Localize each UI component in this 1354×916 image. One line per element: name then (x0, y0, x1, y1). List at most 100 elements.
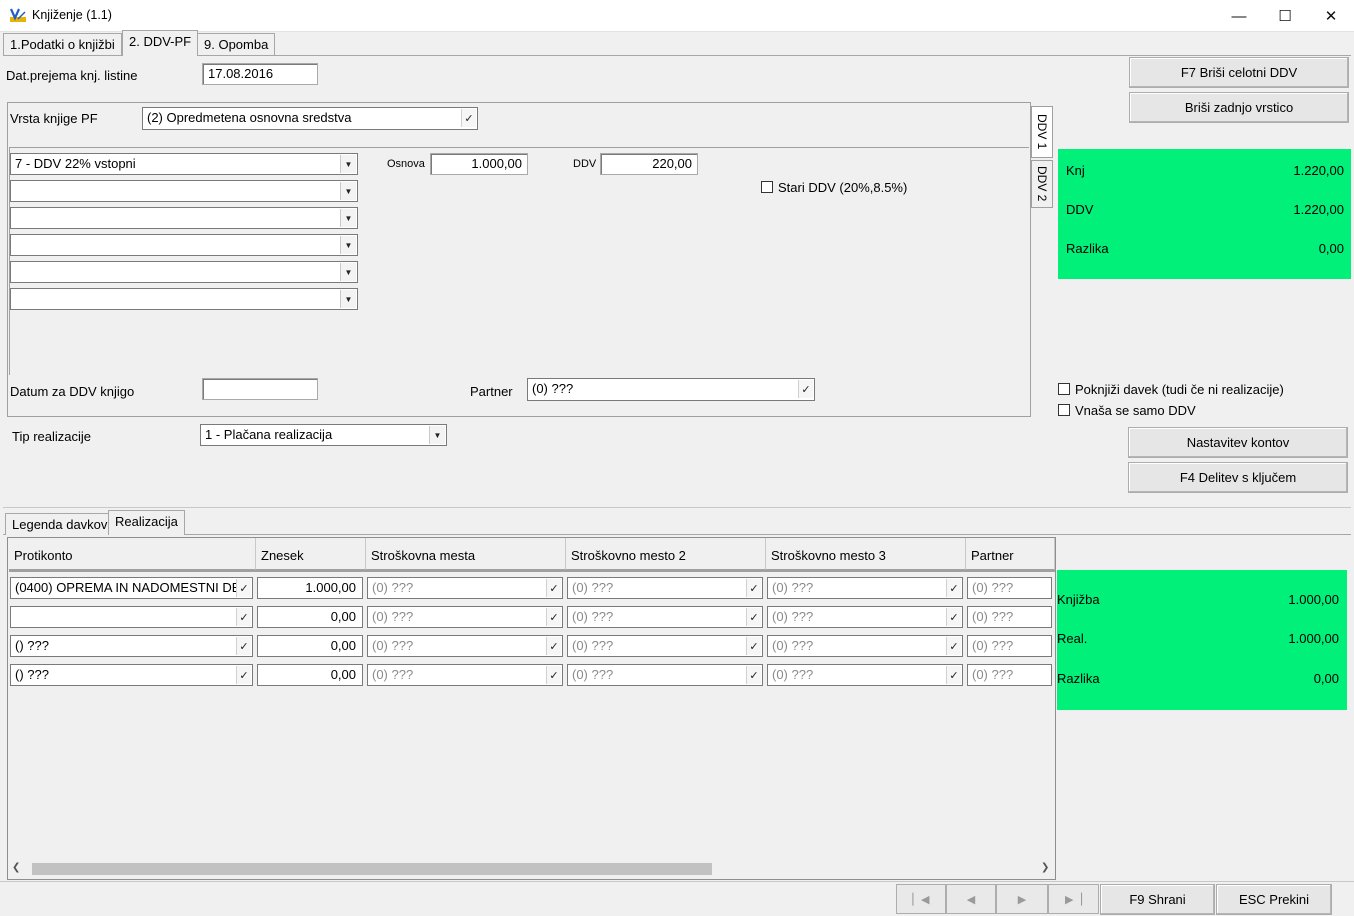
next-record-icon[interactable]: ▶ (996, 884, 1048, 914)
check-icon[interactable]: ✓ (946, 637, 961, 655)
grid-column-header[interactable]: Stroškovno mesto 3 (766, 538, 966, 570)
tax-rate-select[interactable]: ▼ (10, 261, 358, 283)
grid-column-header[interactable]: Protikonto (9, 538, 256, 570)
check-icon[interactable]: ✓ (746, 637, 761, 655)
grid-cell-select[interactable]: () ??? ✓ (10, 635, 253, 657)
account-settings-button[interactable]: Nastavitev kontov (1128, 427, 1348, 458)
check-icon[interactable]: ✓ (798, 380, 813, 398)
chevron-down-icon[interactable]: ▼ (340, 290, 356, 308)
old-ddv-checkbox[interactable] (761, 181, 773, 193)
realization-type-select[interactable]: 1 - Plačana realizacija ▼ (200, 424, 447, 446)
amount-input[interactable]: 0,00 (257, 606, 363, 628)
vtab-ddv-1[interactable]: DDV 1 (1031, 106, 1053, 158)
check-icon[interactable]: ✓ (746, 666, 761, 684)
chevron-down-icon[interactable]: ▼ (340, 236, 356, 254)
ddv-input[interactable]: 220,00 (600, 153, 698, 175)
grid-cell-select[interactable]: (0) ??? ✓ (367, 635, 563, 657)
check-icon[interactable]: ✓ (746, 608, 761, 626)
cancel-button[interactable]: ESC Prekini (1216, 884, 1332, 915)
previous-record-icon[interactable]: ◀ (946, 884, 996, 914)
check-icon[interactable]: ✓ (546, 666, 561, 684)
save-button[interactable]: F9 Shrani (1100, 884, 1215, 915)
check-icon[interactable]: ✓ (236, 608, 251, 626)
grid-column-header[interactable]: Znesek (256, 538, 366, 570)
date-received-input[interactable]: 17.08.2016 (202, 63, 318, 85)
grid-cell-select[interactable]: (0) ??? ✓ (767, 606, 963, 628)
grid-cell-select[interactable]: (0400) OPREMA IN NADOMESTNI DE ✓ (10, 577, 253, 599)
grid-column-header[interactable]: Stroškovno mesto 2 (566, 538, 766, 570)
scroll-right-icon[interactable]: ❯ (1041, 862, 1049, 873)
first-record-icon[interactable]: ▏◀ (896, 884, 946, 914)
close-button[interactable]: ✕ (1308, 0, 1354, 32)
last-record-icon[interactable]: ▶▕ (1048, 884, 1099, 914)
grid-cell-select[interactable]: ✓ (10, 606, 253, 628)
grid-cell-select[interactable]: (0) ??? ✓ (767, 635, 963, 657)
chevron-down-icon[interactable]: ▼ (340, 209, 356, 227)
tab-ddv-pf[interactable]: 2. DDV-PF (122, 30, 199, 56)
delete-last-row-button[interactable]: Briši zadnjo vrstico (1129, 92, 1349, 123)
grid-cell-select[interactable]: (0) ??? (967, 664, 1052, 686)
post-tax-checkbox[interactable] (1058, 383, 1070, 395)
tax-rate-select[interactable]: ▼ (10, 288, 358, 310)
grid-cell-select[interactable]: (0) ??? ✓ (567, 606, 763, 628)
grid-cell-select[interactable]: (0) ??? ✓ (367, 664, 563, 686)
tab-legenda-davkov[interactable]: Legenda davkov (5, 513, 115, 535)
tax-rate-select[interactable]: ▼ (10, 207, 358, 229)
ddv-date-input[interactable] (202, 378, 318, 400)
chevron-down-icon[interactable]: ▼ (340, 182, 356, 200)
osnova-input[interactable]: 1.000,00 (430, 153, 528, 175)
split-key-button[interactable]: F4 Delitev s ključem (1128, 462, 1348, 493)
chevron-down-icon[interactable]: ▼ (340, 263, 356, 281)
check-icon[interactable]: ✓ (236, 666, 251, 684)
grid-cell-value: 0,00 (330, 638, 356, 653)
minimize-button[interactable]: — (1216, 0, 1262, 32)
check-icon[interactable]: ✓ (461, 109, 476, 127)
check-icon[interactable]: ✓ (946, 579, 961, 597)
summary-razlika-value: 0,00 (1318, 241, 1344, 256)
grid-cell-select[interactable]: (0) ??? ✓ (567, 635, 763, 657)
maximize-button[interactable]: ☐ (1262, 0, 1308, 32)
tax-rate-select[interactable]: ▼ (10, 180, 358, 202)
check-icon[interactable]: ✓ (946, 608, 961, 626)
amount-input[interactable]: 1.000,00 (257, 577, 363, 599)
grid-cell-select[interactable]: () ??? ✓ (10, 664, 253, 686)
tax-rate-select[interactable]: ▼ (10, 234, 358, 256)
grid-cell-value: 0,00 (330, 667, 356, 682)
book-type-select[interactable]: (2) Opredmetena osnovna sredstva ✓ (142, 107, 478, 130)
check-icon[interactable]: ✓ (236, 579, 251, 597)
grid-cell-select[interactable]: (0) ??? ✓ (367, 606, 563, 628)
grid-cell-select[interactable]: (0) ??? ✓ (767, 664, 963, 686)
partner-select[interactable]: (0) ??? ✓ (527, 378, 815, 401)
grid-column-header[interactable]: Partner (966, 538, 1055, 570)
grid-cell-select[interactable]: (0) ??? (967, 577, 1052, 599)
scroll-left-icon[interactable]: ❮ (12, 862, 20, 873)
vtab-ddv-2[interactable]: DDV 2 (1031, 160, 1053, 208)
check-icon[interactable]: ✓ (946, 666, 961, 684)
tab-podatki-o-knjizbi[interactable]: 1.Podatki o knjižbi (3, 33, 122, 55)
check-icon[interactable]: ✓ (546, 579, 561, 597)
tab-opomba[interactable]: 9. Opomba (197, 33, 276, 55)
grid-cell-select[interactable]: (0) ??? (967, 635, 1052, 657)
grid-cell-select[interactable]: (0) ??? ✓ (367, 577, 563, 599)
check-icon[interactable]: ✓ (746, 579, 761, 597)
grid-column-header[interactable]: Stroškovna mesta (366, 538, 566, 570)
delete-all-ddv-button[interactable]: F7 Briši celotni DDV (1129, 57, 1349, 88)
amount-input[interactable]: 0,00 (257, 635, 363, 657)
tab-realizacija[interactable]: Realizacija (108, 510, 185, 535)
chevron-down-icon[interactable]: ▼ (340, 155, 356, 173)
check-icon[interactable]: ✓ (236, 637, 251, 655)
chevron-down-icon[interactable]: ▼ (429, 426, 445, 444)
grid-cell-select[interactable]: (0) ??? ✓ (567, 577, 763, 599)
grid-cell-select[interactable]: (0) ??? ✓ (567, 664, 763, 686)
amount-input[interactable]: 0,00 (257, 664, 363, 686)
only-ddv-checkbox[interactable] (1058, 404, 1070, 416)
summary-razlika2-value: 0,00 (1313, 671, 1339, 686)
horizontal-scrollbar[interactable]: ❮ ❯ (8, 860, 1055, 878)
grid-cell-select[interactable]: (0) ??? (967, 606, 1052, 628)
check-icon[interactable]: ✓ (546, 637, 561, 655)
grid-cell-select[interactable]: (0) ??? ✓ (767, 577, 963, 599)
check-icon[interactable]: ✓ (546, 608, 561, 626)
tax-rate-select[interactable]: 7 - DDV 22% vstopni ▼ (10, 153, 358, 175)
scrollbar-thumb[interactable] (32, 863, 712, 875)
grid-cell-value: () ??? (15, 667, 49, 682)
